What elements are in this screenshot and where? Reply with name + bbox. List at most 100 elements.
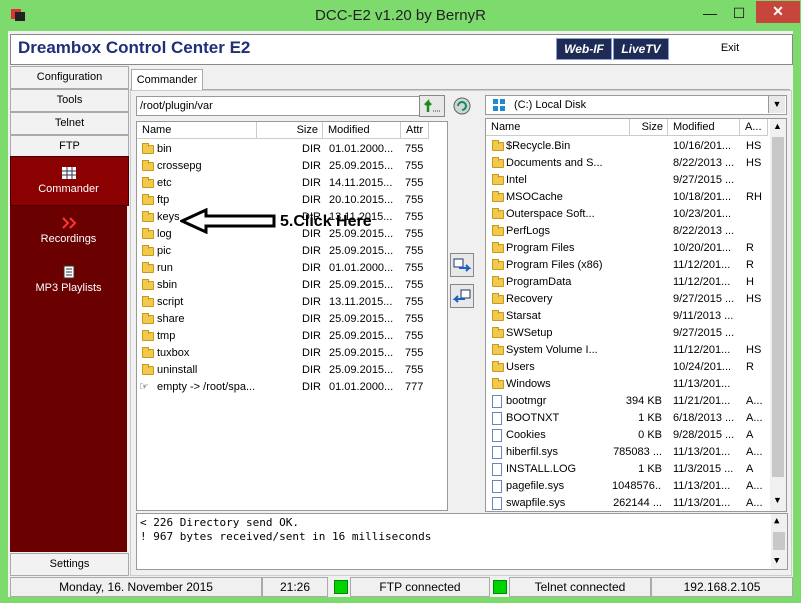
- sidebar-settings-button[interactable]: Settings: [10, 553, 129, 576]
- parent-dir-button[interactable]: [419, 95, 445, 117]
- cell-size: DIR: [302, 296, 321, 308]
- table-row[interactable]: uninstall DIR 25.09.2015... 755: [137, 362, 447, 379]
- cell-name: sbin: [157, 279, 178, 291]
- cell-name: tuxbox: [157, 347, 190, 359]
- folder-icon: [142, 143, 154, 154]
- column-header-modified[interactable]: Modified: [668, 119, 740, 136]
- folder-icon: [492, 378, 504, 389]
- cell-name: ProgramData: [506, 276, 572, 288]
- table-row[interactable]: Cookies 0 KB 9/28/2015 ... A: [486, 427, 770, 444]
- column-header-modified[interactable]: Modified: [323, 122, 401, 139]
- table-row[interactable]: tmp DIR 25.09.2015... 755: [137, 328, 447, 345]
- close-button[interactable]: ✕: [756, 1, 800, 23]
- cell-size: 0 KB: [638, 429, 662, 441]
- table-row[interactable]: PerfLogs 8/22/2013 ...: [486, 223, 770, 240]
- maximize-button[interactable]: ☐: [722, 2, 756, 26]
- table-row[interactable]: bin DIR 01.01.2000... 755: [137, 141, 447, 158]
- table-row[interactable]: $Recycle.Bin 10/16/201... HS: [486, 138, 770, 155]
- cell-modified: 11/12/201...: [673, 276, 731, 288]
- sidebar-ftp-button[interactable]: FTP: [10, 135, 129, 158]
- refresh-icon[interactable]: [452, 97, 472, 115]
- folder-icon: [142, 177, 154, 188]
- remote-path-field[interactable]: /root/plugin/var: [136, 96, 421, 116]
- sidebar-item-mp3-playlists[interactable]: MP3 Playlists: [10, 265, 127, 294]
- log-scrollbar[interactable]: ▲ ▼: [771, 514, 787, 569]
- table-row[interactable]: pic DIR 25.09.2015... 755: [137, 243, 447, 260]
- scrollbar-thumb[interactable]: [772, 137, 784, 477]
- column-header-size[interactable]: Size: [630, 119, 668, 136]
- table-row[interactable]: crossepg DIR 25.09.2015... 755: [137, 158, 447, 175]
- sidebar-telnet-button[interactable]: Telnet: [10, 112, 129, 135]
- column-header-attr[interactable]: Attr: [401, 122, 429, 139]
- sidebar-item-label: MP3 Playlists: [35, 282, 102, 294]
- cell-attr: 755: [405, 177, 424, 189]
- scroll-down-icon[interactable]: ▼: [773, 495, 782, 505]
- table-row[interactable]: hiberfil.sys 785083 ... 11/13/201... A...: [486, 444, 770, 461]
- cell-size: DIR: [302, 262, 321, 274]
- table-row[interactable]: Program Files 10/20/201... R: [486, 240, 770, 257]
- vertical-scrollbar[interactable]: ▲ ▼: [770, 119, 786, 511]
- table-row[interactable]: swapfile.sys 262144 ... 11/13/201... A...: [486, 495, 770, 511]
- column-header-size[interactable]: Size: [257, 122, 323, 139]
- table-row[interactable]: share DIR 25.09.2015... 755: [137, 311, 447, 328]
- cell-attr: R: [746, 259, 754, 271]
- scroll-down-icon[interactable]: ▼: [774, 556, 779, 566]
- table-row[interactable]: ProgramData 11/12/201... H: [486, 274, 770, 291]
- exit-button[interactable]: Exit: [671, 37, 789, 59]
- cell-name: bin: [157, 143, 172, 155]
- table-row[interactable]: Windows 11/13/201...: [486, 376, 770, 393]
- table-row[interactable]: MSOCache 10/18/201... RH: [486, 189, 770, 206]
- table-row[interactable]: sbin DIR 25.09.2015... 755: [137, 277, 447, 294]
- table-row[interactable]: Outerspace Soft... 10/23/201...: [486, 206, 770, 223]
- table-row[interactable]: Users 10/24/201... R: [486, 359, 770, 376]
- table-row[interactable]: Intel 9/27/2015 ...: [486, 172, 770, 189]
- column-header-attr[interactable]: A...: [740, 119, 768, 136]
- sidebar-tools-button[interactable]: Tools: [10, 89, 129, 112]
- tab-commander[interactable]: Commander: [131, 69, 203, 90]
- table-row[interactable]: INSTALL.LOG 1 KB 11/3/2015 ... A: [486, 461, 770, 478]
- telnet-status-led: [493, 580, 507, 594]
- livetv-button[interactable]: LiveTV: [613, 38, 669, 60]
- table-row[interactable]: System Volume I... 11/12/201... HS: [486, 342, 770, 359]
- status-ftp: FTP connected: [350, 577, 490, 597]
- table-row[interactable]: tuxbox DIR 25.09.2015... 755: [137, 345, 447, 362]
- cell-size: DIR: [302, 177, 321, 189]
- folder-icon: [142, 262, 154, 273]
- table-row[interactable]: BOOTNXT 1 KB 6/18/2013 ... A...: [486, 410, 770, 427]
- webif-button[interactable]: Web-IF: [556, 38, 612, 60]
- cell-attr: A...: [746, 497, 763, 509]
- cell-modified: 11/21/201...: [673, 395, 731, 407]
- table-row[interactable]: pagefile.sys 1048576... 11/13/201... A...: [486, 478, 770, 495]
- table-row[interactable]: bootmgr 394 KB 11/21/201... A...: [486, 393, 770, 410]
- scroll-up-icon[interactable]: ▲: [773, 121, 782, 131]
- table-row[interactable]: ☞ empty -> /root/spa... DIR 01.01.2000... 77…: [137, 379, 447, 396]
- copy-to-remote-button[interactable]: [450, 253, 474, 277]
- remote-file-list[interactable]: Name Size Modified Attr bin DIR 01.01.2000…: [136, 121, 448, 511]
- local-drive-select[interactable]: (C:) Local Disk: [485, 95, 787, 115]
- copy-to-local-button[interactable]: [450, 284, 474, 308]
- scroll-up-icon[interactable]: ▲: [774, 516, 779, 526]
- table-row[interactable]: Recovery 9/27/2015 ... HS: [486, 291, 770, 308]
- table-row[interactable]: Documents and S... 8/22/2013 ... HS: [486, 155, 770, 172]
- table-row[interactable]: run DIR 01.01.2000... 755: [137, 260, 447, 277]
- column-header-name[interactable]: Name: [137, 122, 257, 139]
- table-row[interactable]: Program Files (x86) 11/12/201... R: [486, 257, 770, 274]
- table-row[interactable]: etc DIR 14.11.2015... 755: [137, 175, 447, 192]
- folder-icon: [142, 160, 154, 171]
- sidebar-item-recordings[interactable]: Recordings: [10, 216, 127, 245]
- table-row[interactable]: SWSetup 9/27/2015 ...: [486, 325, 770, 342]
- table-row[interactable]: Starsat 9/11/2013 ...: [486, 308, 770, 325]
- scrollbar-thumb[interactable]: [773, 532, 785, 550]
- chevron-down-icon[interactable]: ▼: [768, 96, 785, 113]
- local-file-list[interactable]: Name Size Modified A... $Recycle.Bin 10/1…: [485, 118, 787, 512]
- cell-modified: 25.09.2015...: [329, 364, 394, 376]
- table-row[interactable]: ftp DIR 20.10.2015... 755: [137, 192, 447, 209]
- cell-modified: 25.09.2015...: [329, 330, 394, 342]
- cell-name: run: [157, 262, 173, 274]
- cell-modified: 25.09.2015...: [329, 160, 394, 172]
- table-row[interactable]: script DIR 13.11.2015... 755: [137, 294, 447, 311]
- column-header-name[interactable]: Name: [486, 119, 630, 136]
- sidebar-item-commander[interactable]: Commander: [10, 166, 127, 195]
- cell-attr: 755: [405, 347, 424, 359]
- sidebar-configuration-button[interactable]: Configuration: [10, 66, 129, 89]
